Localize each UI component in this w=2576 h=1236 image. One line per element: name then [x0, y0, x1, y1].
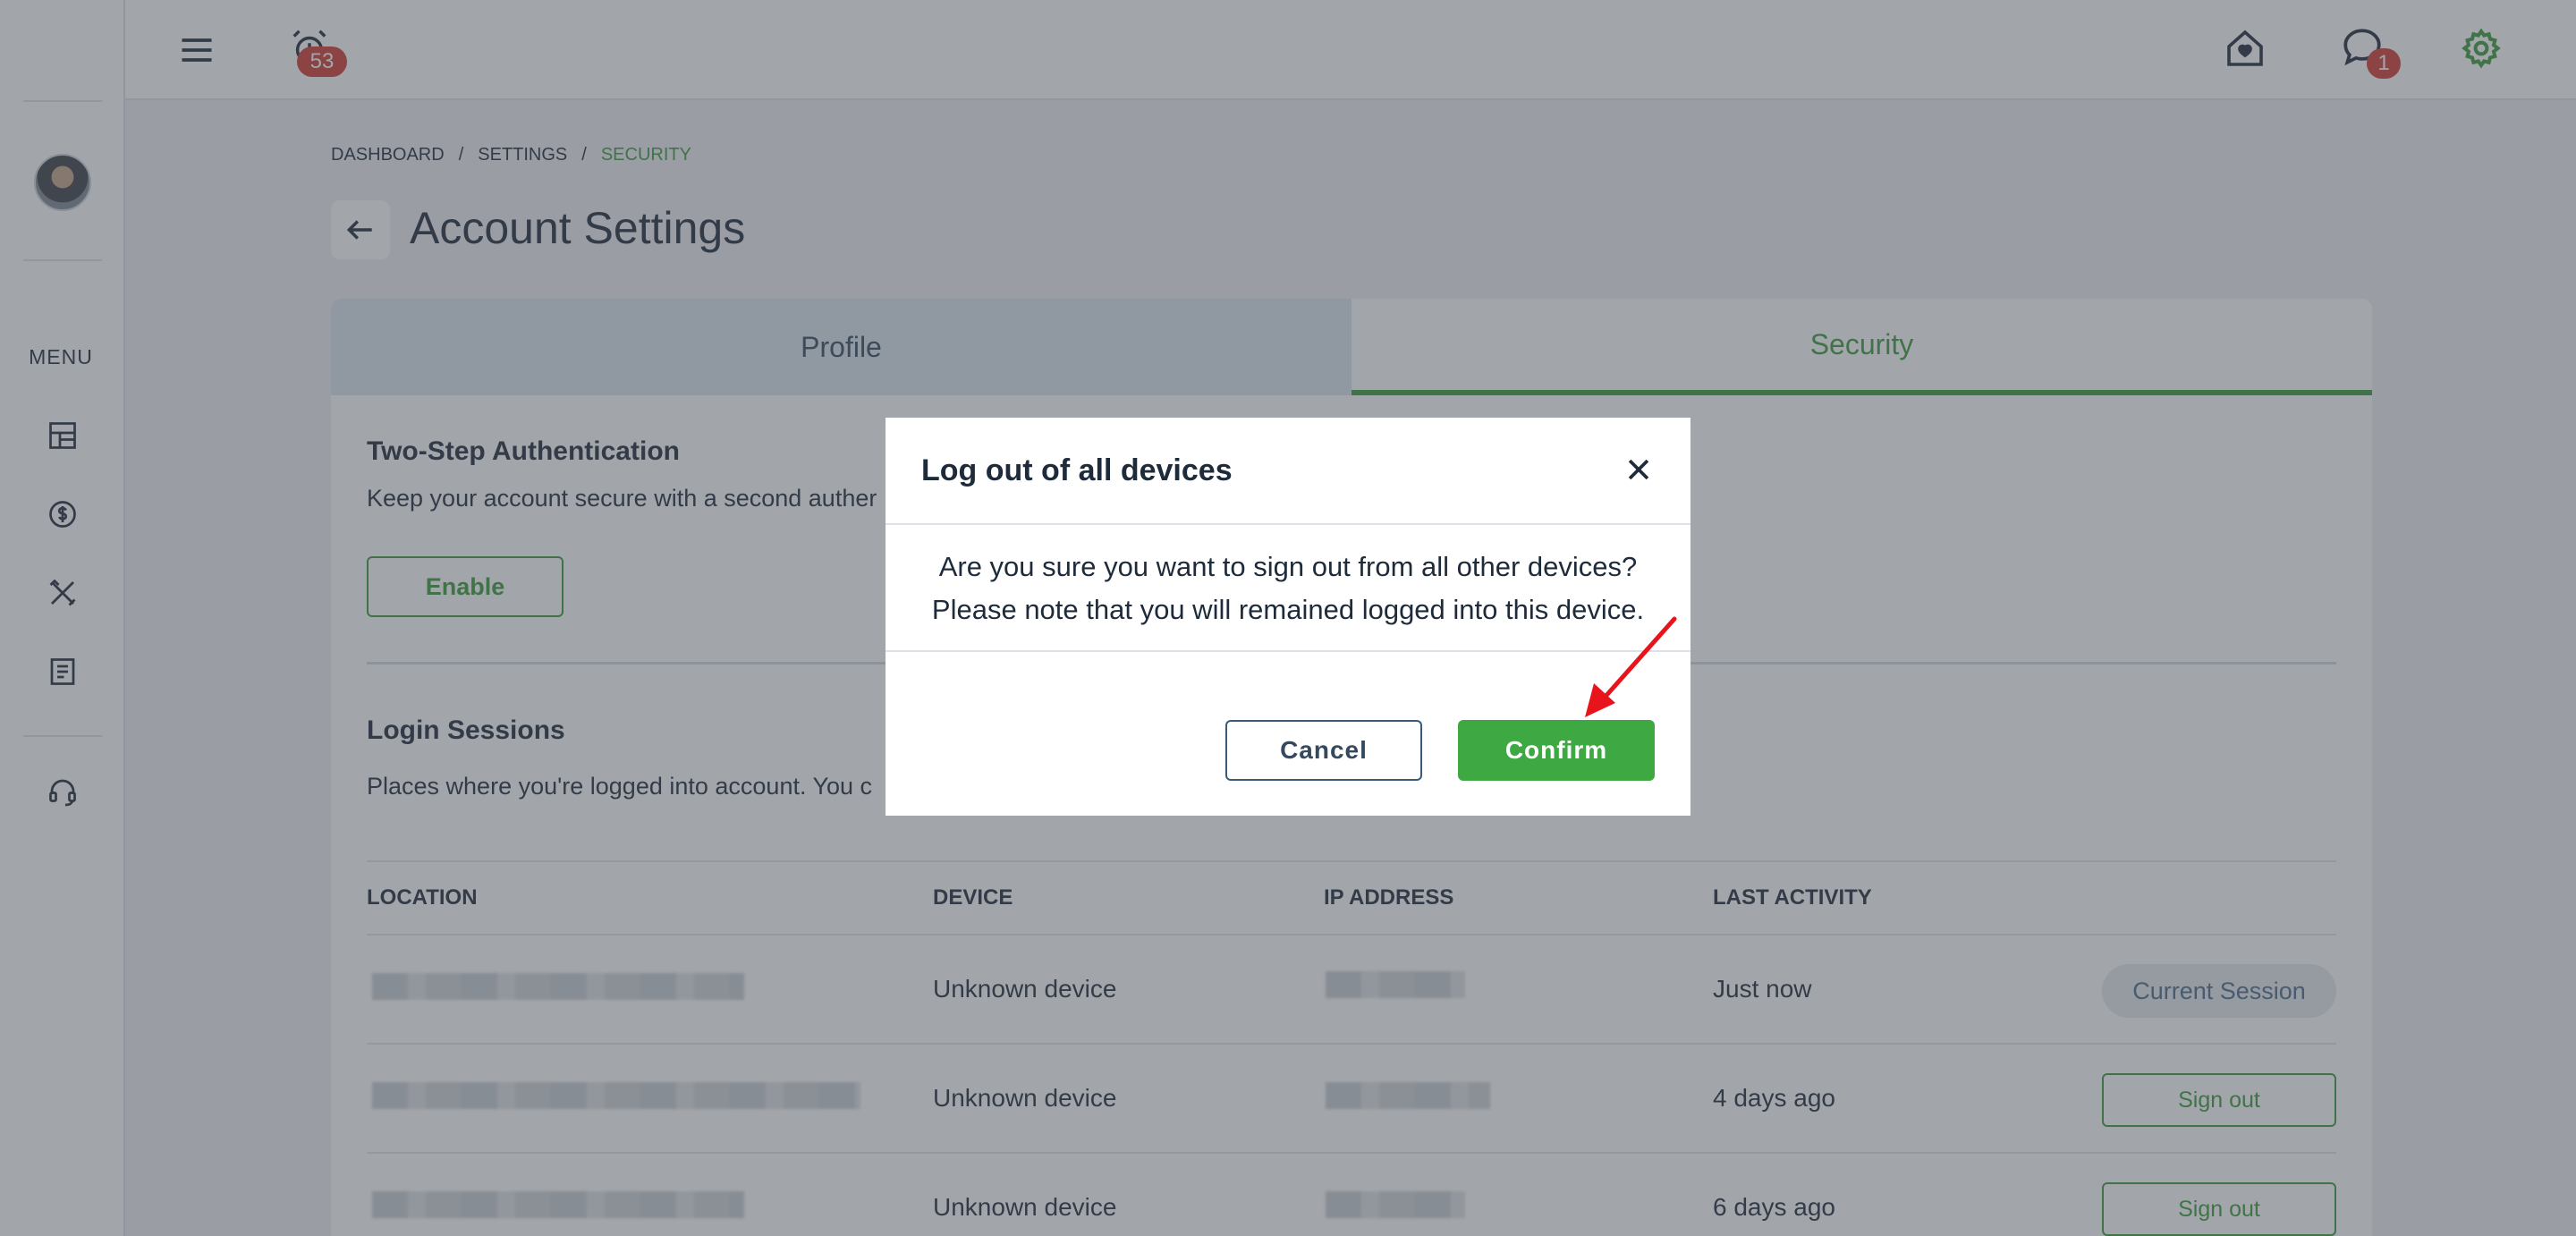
close-icon[interactable] [1621, 452, 1657, 487]
modal-title: Log out of all devices [921, 453, 1233, 487]
modal-message-line-2: Please note that you will remained logge… [931, 594, 1645, 625]
logout-all-devices-dialog: Log out of all devices Are you sure you … [886, 418, 1690, 816]
confirm-button[interactable]: Confirm [1458, 720, 1655, 781]
modal-message-line-1: Are you sure you want to sign out from a… [938, 551, 1638, 582]
cancel-button[interactable]: Cancel [1225, 720, 1422, 781]
modal-header: Log out of all devices [886, 418, 1690, 525]
modal-body: Are you sure you want to sign out from a… [886, 527, 1690, 652]
